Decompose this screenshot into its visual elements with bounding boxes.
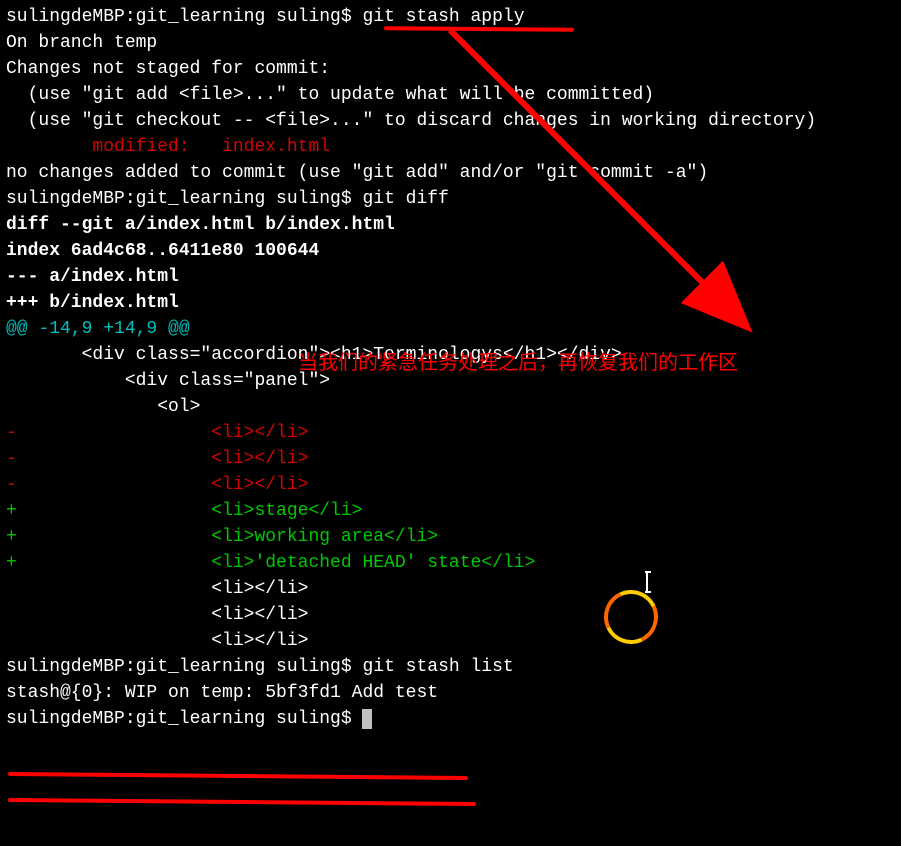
command-text: git diff (362, 189, 448, 209)
annotation-underline-icon (8, 772, 468, 780)
diff-hunk-header: @@ -14,9 +14,9 @@ (6, 316, 895, 342)
terminal-line: (use "git checkout -- <file>..." to disc… (6, 108, 895, 134)
diff-added-line: + <li>'detached HEAD' state</li> (6, 550, 895, 576)
terminal-line: (use "git add <file>..." to update what … (6, 82, 895, 108)
shell-prompt: sulingdeMBP:git_learning suling$ (6, 189, 362, 209)
diff-file-a-line: --- a/index.html (6, 264, 895, 290)
terminal-line: Changes not staged for commit: (6, 56, 895, 82)
modified-file-line: modified: index.html (6, 134, 895, 160)
cursor-block-icon (362, 709, 372, 729)
diff-context-line: <ol> (6, 394, 895, 420)
diff-removed-line: - <li></li> (6, 420, 895, 446)
terminal-line: On branch temp (6, 30, 895, 56)
diff-context-line: <li></li> (6, 576, 895, 602)
diff-removed-line: - <li></li> (6, 472, 895, 498)
terminal-line: no changes added to commit (use "git add… (6, 160, 895, 186)
terminal-line: sulingdeMBP:git_learning suling$ git dif… (6, 186, 895, 212)
diff-context-line: <li></li> (6, 602, 895, 628)
terminal-window[interactable]: sulingdeMBP:git_learning suling$ git sta… (0, 0, 901, 846)
stash-entry-line: stash@{0}: WIP on temp: 5bf3fd1 Add test (6, 680, 895, 706)
terminal-line: sulingdeMBP:git_learning suling$ (6, 706, 895, 732)
diff-context-line: <li></li> (6, 628, 895, 654)
terminal-line: sulingdeMBP:git_learning suling$ git sta… (6, 654, 895, 680)
diff-file-b-line: +++ b/index.html (6, 290, 895, 316)
diff-context-line: <div class="panel"> (6, 368, 895, 394)
shell-prompt: sulingdeMBP:git_learning suling$ (6, 7, 362, 27)
annotation-underline-icon (8, 798, 476, 806)
command-text: git stash list (362, 657, 513, 677)
diff-header-line: diff --git a/index.html b/index.html (6, 212, 895, 238)
shell-prompt: sulingdeMBP:git_learning suling$ (6, 709, 362, 729)
diff-removed-line: - <li></li> (6, 446, 895, 472)
shell-prompt: sulingdeMBP:git_learning suling$ (6, 657, 362, 677)
command-text: git stash apply (362, 7, 524, 27)
diff-context-line: <div class="accordion"><h1>Terminologys<… (6, 342, 895, 368)
diff-added-line: + <li>stage</li> (6, 498, 895, 524)
diff-added-line: + <li>working area</li> (6, 524, 895, 550)
diff-index-line: index 6ad4c68..6411e80 100644 (6, 238, 895, 264)
terminal-line: sulingdeMBP:git_learning suling$ git sta… (6, 4, 895, 30)
